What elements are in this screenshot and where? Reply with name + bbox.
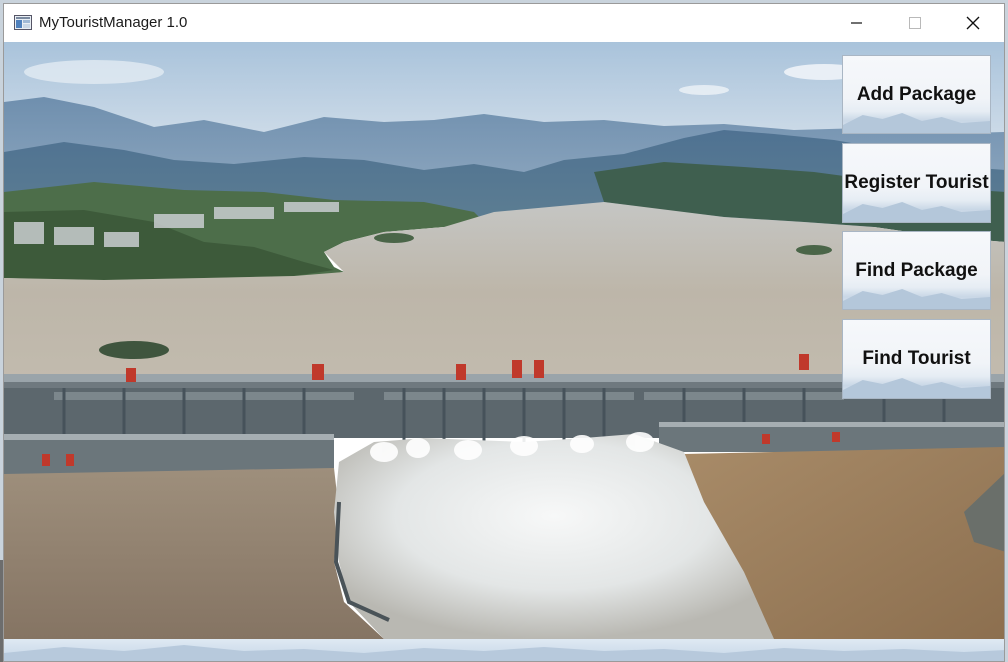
minimize-icon (851, 22, 862, 24)
app-window-icon (14, 15, 32, 30)
find-tourist-button[interactable]: Find Tourist (842, 319, 991, 399)
bottom-strip-mountains (4, 645, 1004, 661)
register-tourist-label: Register Tourist (844, 172, 989, 193)
title-bar[interactable]: MyTouristManager 1.0 (4, 4, 1004, 42)
find-package-button[interactable]: Find Package (842, 231, 991, 310)
maximize-button[interactable] (886, 4, 944, 42)
find-package-label: Find Package (855, 259, 978, 281)
add-package-label: Add Package (856, 83, 977, 105)
register-tourist-button[interactable]: Register Tourist (842, 143, 991, 223)
add-package-button[interactable]: Add Package (842, 55, 991, 134)
close-icon (966, 16, 980, 30)
find-tourist-label: Find Tourist (862, 348, 971, 369)
minimize-button[interactable] (828, 4, 886, 42)
bottom-image-strip (4, 639, 1004, 661)
window-title: MyTouristManager 1.0 (39, 14, 188, 31)
close-button[interactable] (944, 4, 1002, 42)
app-window: MyTouristManager 1.0 Add Package Registe… (3, 3, 1005, 662)
maximize-icon (909, 17, 921, 29)
main-panel: Add Package Register Tourist Find Packag… (4, 42, 1004, 639)
